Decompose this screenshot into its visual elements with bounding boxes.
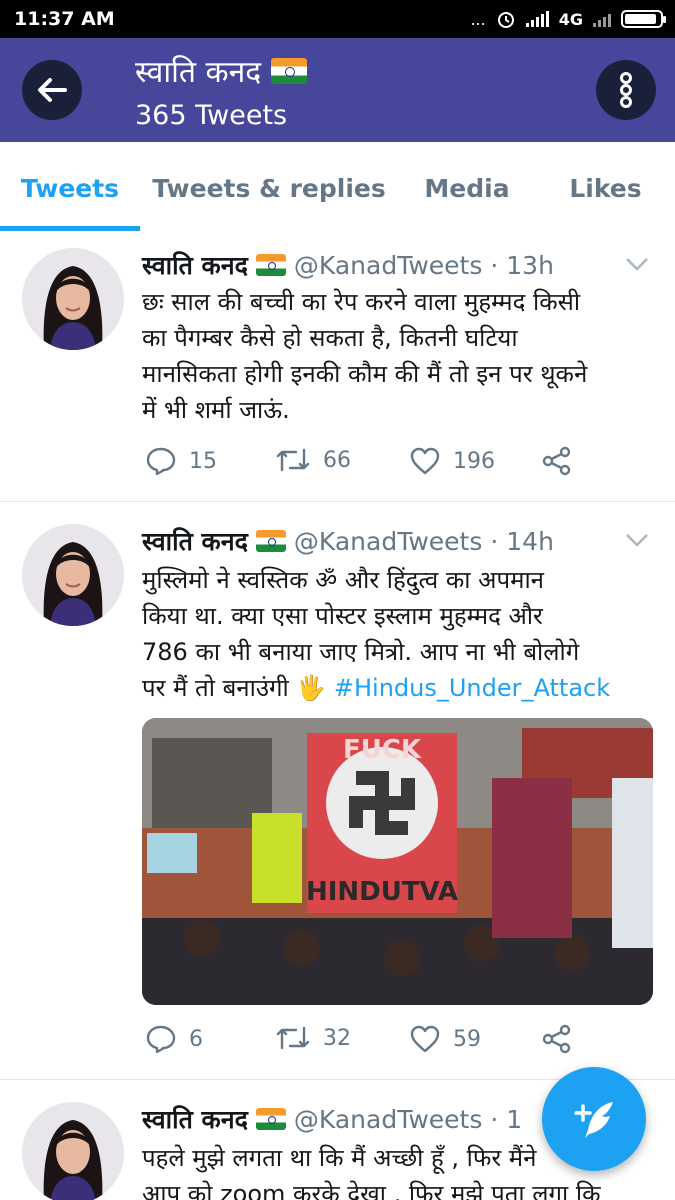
tweet-actions: 15 66 196 [145,446,645,486]
india-flag-icon [255,530,286,552]
status-time: 11:37 AM [14,8,115,30]
tweet-author-handle[interactable]: @KanadTweets [294,251,482,280]
active-tab-indicator [0,226,140,231]
caret-down-icon[interactable] [624,530,650,550]
like-button[interactable]: 196 [409,446,495,476]
tweet-text: छः साल की बच्ची का रेप करने वाला मुहम्मद… [142,284,657,428]
retweet-button[interactable]: 66 [275,446,351,474]
caret-down-icon[interactable] [624,254,650,274]
tweet-line: मुस्लिमो ने स्वस्तिक ॐ और हिंदुत्व का अप… [142,566,544,594]
back-arrow-icon [38,78,67,102]
reply-icon [146,447,176,476]
tweet-line-text: पर मैं तो बनाउंगी [142,674,289,702]
tweet-header: स्वाति कनद @KanadTweets · 14h [142,524,554,558]
overflow-menu-icon [620,72,632,108]
share-button[interactable] [541,1024,573,1054]
reply-count: 15 [189,448,217,474]
retweet-icon [276,1026,310,1050]
overflow-menu-button[interactable] [596,60,656,120]
compose-tweet-icon [574,1102,613,1138]
status-icons: ... 4G [470,9,666,29]
tab-likes[interactable]: Likes [536,142,675,234]
tweet[interactable]: स्वाति कनद @KanadTweets · 13h छः साल की … [0,232,675,502]
profile-tabs: Tweets Tweets & replies Media Likes [0,142,675,234]
tweet-timestamp: · 13h [490,250,554,280]
retweet-count: 32 [323,1025,351,1051]
tweet-text: मुस्लिमो ने स्वस्तिक ॐ और हिंदुत्व का अप… [142,562,657,706]
retweet-count: 66 [323,447,351,473]
tweet-line: पर मैं तो बनाउंगी 🖐 #Hindus_Under_Attack [142,670,657,706]
like-count: 196 [453,448,495,474]
tweet-line: मानसिकता होगी इनकी कौम की मैं तो इन पर थ… [142,360,588,388]
tweet-line: आप को zoom करके देखा , फिर मुझे पता लगा … [142,1180,601,1200]
tweet-header: स्वाति कनद @KanadTweets · 13h [142,248,554,282]
tweet[interactable]: स्वाति कनद @KanadTweets · 14h मुस्लिमो न… [0,502,675,1080]
signal-icon [525,11,549,27]
share-icon [542,1024,571,1054]
battery-icon [621,10,666,28]
banner-text-top: FUCK [343,735,422,765]
reply-count: 6 [189,1026,203,1052]
raised-hand-emoji: 🖐 [296,674,327,702]
like-button[interactable]: 59 [409,1024,481,1054]
reply-button[interactable]: 15 [145,446,217,476]
tab-tweets-replies[interactable]: Tweets & replies [140,142,398,234]
like-icon [410,1025,440,1053]
tweet-author-handle[interactable]: @KanadTweets [294,1105,482,1134]
tweet-header: स्वाति कनद @KanadTweets · 1 [142,1102,522,1136]
profile-name-row: स्वाति कनद [135,50,308,91]
profile-header: स्वाति कनद 365 Tweets [0,38,675,142]
tab-tweets[interactable]: Tweets [0,142,140,234]
profile-name: स्वाति कनद [135,55,262,90]
tab-media[interactable]: Media [398,142,536,234]
alarm-icon [497,12,514,28]
protest-photo: FUCK HINDUTVA [142,718,653,1005]
tweet-actions: 6 32 59 [145,1024,645,1064]
status-bar: 11:37 AM ... 4G [0,0,675,38]
compose-tweet-button[interactable] [542,1067,646,1171]
india-flag-icon [271,57,308,84]
india-flag-icon [255,254,286,276]
tweet-line: छः साल की बच्ची का रेप करने वाला मुहम्मद… [142,288,581,316]
tweet-author-name[interactable]: स्वाति कनद [142,248,248,282]
notification-dots: ... [470,9,486,29]
share-icon [542,446,571,476]
reply-icon [146,1025,176,1054]
tweet-count: 365 Tweets [135,100,288,131]
tweet-line: किया था. क्या एसा पोस्टर इस्लाम मुहम्मद … [142,602,543,630]
back-button[interactable] [22,60,82,120]
tweet-timestamp: · 1 [490,1104,523,1134]
hashtag-link[interactable]: #Hindus_Under_Attack [334,674,610,702]
tweet-line: 786 का भी बनाया जाए मित्रो. आप ना भी बोल… [142,638,580,666]
avatar[interactable] [22,1102,124,1200]
like-icon [410,447,440,475]
tweet-author-handle[interactable]: @KanadTweets [294,527,482,556]
avatar-photo [22,1102,124,1200]
network-type: 4G [558,9,583,29]
avatar-photo [22,248,124,350]
avatar[interactable] [22,248,124,350]
like-count: 59 [453,1026,481,1052]
signal2-icon [593,11,611,27]
tweet-media-image[interactable]: FUCK HINDUTVA [142,718,653,1005]
tweet-author-name[interactable]: स्वाति कनद [142,524,248,558]
retweet-button[interactable]: 32 [275,1024,351,1052]
tweet-timestamp: · 14h [490,526,554,556]
banner-text-bottom: HINDUTVA [306,877,458,907]
share-button[interactable] [541,446,573,476]
tweet-line: में भी शर्मा जाऊं. [142,396,290,424]
tweet-author-name[interactable]: स्वाति कनद [142,1102,248,1136]
retweet-icon [276,448,310,472]
reply-button[interactable]: 6 [145,1024,203,1054]
india-flag-icon [255,1108,286,1130]
tweet-line: का पैगम्बर कैसे हो सकता है, कितनी घटिया [142,324,518,352]
avatar-photo [22,524,124,626]
avatar[interactable] [22,524,124,626]
